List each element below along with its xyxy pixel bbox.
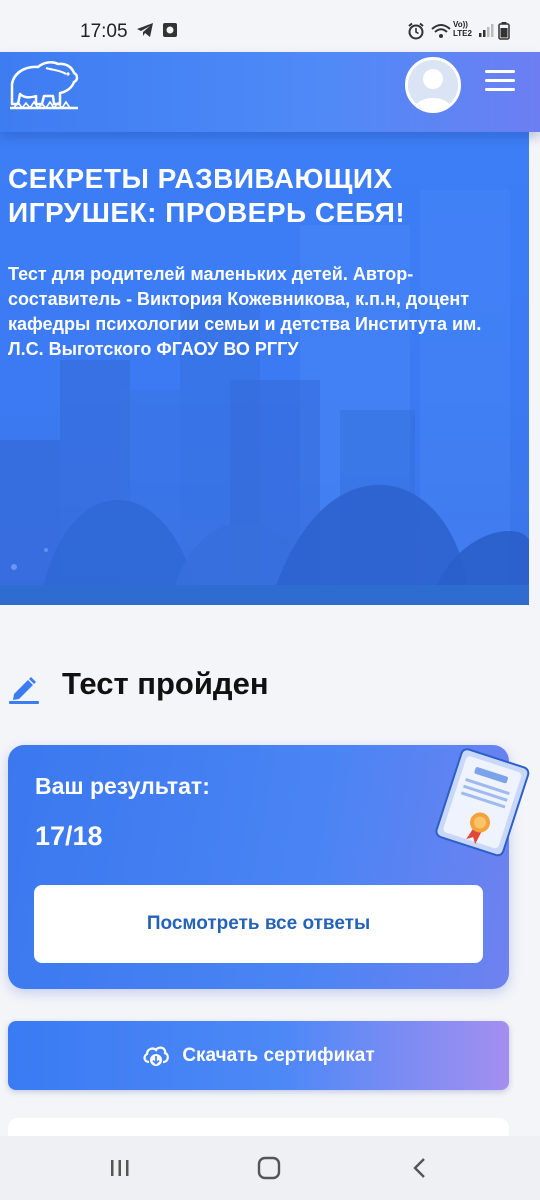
volte-icon: Vo)) LTE2 — [453, 20, 472, 38]
hero-title: СЕКРЕТЫ РАЗВИВАЮЩИХ ИГРУШЕК: ПРОВЕРЬ СЕБ… — [8, 163, 406, 228]
result-label: Ваш результат: — [35, 773, 210, 799]
signal-icon — [478, 22, 494, 44]
download-certificate-label: Скачать сертификат — [182, 1044, 375, 1066]
hero-ground — [0, 585, 529, 605]
recent-apps-icon[interactable] — [108, 1156, 132, 1185]
hero-description: Тест для родителей маленьких детей. Авто… — [8, 264, 482, 359]
alarm-icon — [407, 22, 425, 46]
home-icon[interactable] — [256, 1156, 282, 1185]
view-all-answers-button[interactable]: Посмотреть все ответы — [34, 885, 483, 963]
pencil-icon — [8, 672, 40, 709]
app-header — [0, 52, 540, 132]
certificate-icon — [430, 745, 538, 875]
user-avatar-icon[interactable] — [405, 57, 461, 113]
wifi-icon — [430, 22, 452, 46]
download-certificate-button[interactable]: Скачать сертификат — [8, 1021, 509, 1090]
hero-banner: СЕКРЕТЫ РАЗВИВАЮЩИХ ИГРУШЕК: ПРОВЕРЬ СЕБ… — [0, 130, 529, 605]
cloud-download-icon — [143, 1046, 170, 1066]
battery-icon — [498, 22, 510, 46]
system-nav-bar — [0, 1136, 540, 1200]
telegram-icon — [136, 22, 154, 44]
status-bar: 17:05 Vo)) LTE2 — [0, 0, 540, 52]
media-icon — [162, 22, 178, 44]
result-score: 17/18 — [35, 821, 103, 851]
bear-logo-icon[interactable] — [8, 58, 80, 117]
back-icon[interactable] — [410, 1156, 430, 1185]
hamburger-menu-icon[interactable] — [485, 70, 515, 92]
status-time: 17:05 — [80, 21, 128, 42]
section-title: Тест пройден — [62, 666, 269, 701]
